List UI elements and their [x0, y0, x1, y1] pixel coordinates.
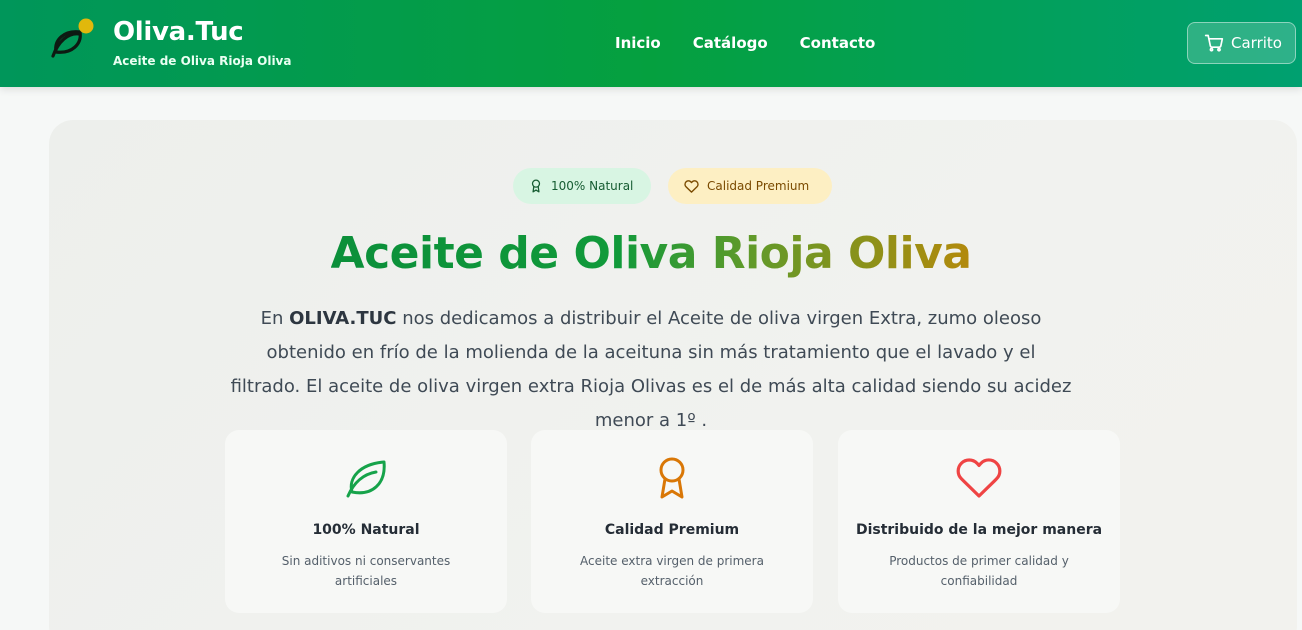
- leaf-logo-icon[interactable]: [48, 18, 96, 62]
- feature-description: Sin aditivos ni conservantes artificiale…: [281, 554, 451, 588]
- award-icon: [531, 179, 541, 193]
- feature-title: Distribuido de la mejor manera: [855, 522, 1103, 538]
- brand-title[interactable]: Oliva.Tuc: [113, 17, 244, 47]
- hero-brand-name: OLIVA.TUC: [289, 308, 397, 329]
- feature-title: 100% Natural: [312, 522, 420, 538]
- leaf-icon: [346, 460, 386, 498]
- site-header: Oliva.Tuc Aceite de Oliva Rioja Oliva In…: [0, 0, 1302, 87]
- badge-premium: Calidad Premium: [668, 168, 832, 204]
- badge-natural-label: 100% Natural: [551, 179, 634, 193]
- award-icon: [659, 457, 685, 499]
- feature-card-natural: 100% Natural Sin aditivos ni conservante…: [225, 430, 507, 613]
- main-nav: Inicio Catálogo Contacto: [615, 34, 907, 52]
- feature-card-distribution: Distribuido de la mejor manera Productos…: [838, 430, 1120, 613]
- feature-title: Calidad Premium: [604, 522, 740, 538]
- feature-card-premium: Calidad Premium Aceite extra virgen de p…: [531, 430, 813, 613]
- heart-icon: [956, 458, 1002, 498]
- nav-link-inicio[interactable]: Inicio: [615, 34, 661, 52]
- brand-subtitle: Aceite de Oliva Rioja Oliva: [113, 54, 292, 68]
- nav-link-catalogo[interactable]: Catálogo: [693, 34, 768, 52]
- cart-button[interactable]: Carrito: [1187, 22, 1296, 64]
- cart-icon: [1204, 34, 1224, 52]
- cart-label: Carrito: [1231, 34, 1282, 52]
- badge-natural: 100% Natural: [513, 168, 651, 204]
- badge-premium-label: Calidad Premium: [707, 179, 810, 193]
- hero-title: Aceite de Oliva Rioja Oliva: [330, 228, 972, 279]
- feature-description: Productos de primer calidad y confiabili…: [889, 554, 1069, 588]
- nav-link-contacto[interactable]: Contacto: [800, 34, 876, 52]
- heart-icon: [684, 179, 699, 193]
- hero-description: En OLIVA.TUC nos dedicamos a distribuir …: [230, 308, 1072, 431]
- feature-description: Aceite extra virgen de primera extracció…: [580, 554, 764, 588]
